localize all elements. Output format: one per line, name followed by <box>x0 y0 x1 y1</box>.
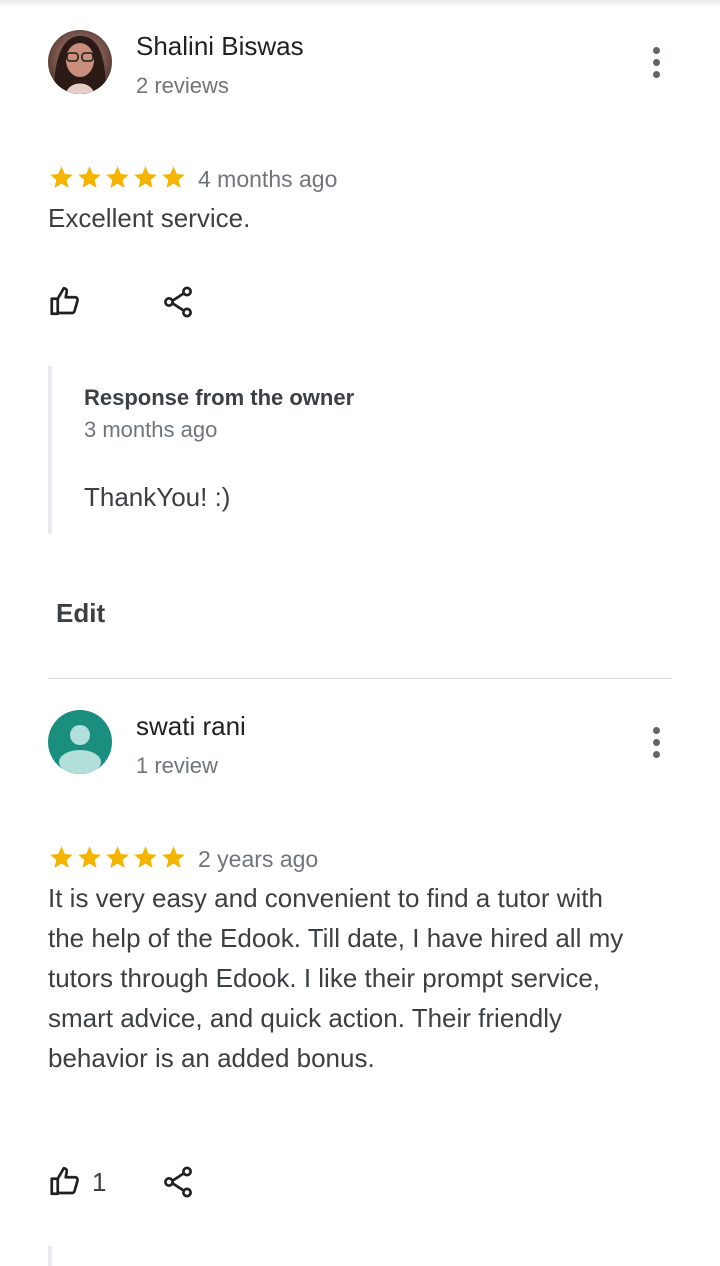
more-options-button[interactable] <box>641 722 671 762</box>
review-divider <box>48 678 672 679</box>
owner-response <box>48 1246 652 1266</box>
star-icon <box>78 166 101 188</box>
like-button[interactable] <box>48 1163 88 1199</box>
review-card: swati rani 1 review 2 years ago It is ve… <box>0 680 720 1266</box>
share-icon <box>164 286 192 318</box>
review-card: Shalini Biswas 2 reviews 4 months ago Ex… <box>0 0 720 680</box>
share-icon <box>164 1166 192 1198</box>
owner-response-text: ThankYou! :) <box>84 482 231 512</box>
like-button[interactable] <box>48 283 88 319</box>
share-button[interactable] <box>160 284 196 320</box>
default-avatar-icon <box>48 710 112 774</box>
star-icon <box>50 846 73 868</box>
user-photo <box>48 30 112 94</box>
reviewer-name[interactable]: swati rani <box>136 710 246 742</box>
share-button[interactable] <box>160 1164 196 1200</box>
more-vert-icon <box>652 726 660 734</box>
star-icon <box>106 846 129 868</box>
star-icon <box>162 166 185 188</box>
avatar[interactable] <box>48 30 112 94</box>
star-rating <box>48 844 187 871</box>
star-icon <box>78 846 101 868</box>
star-rating <box>48 164 187 191</box>
review-date: 4 months ago <box>198 166 338 192</box>
more-vert-icon <box>652 46 660 54</box>
review-date: 2 years ago <box>198 846 319 872</box>
star-icon <box>162 846 185 868</box>
owner-response-date: 3 months ago <box>84 417 218 442</box>
star-icon <box>50 166 73 188</box>
owner-response-title: Response from the owner <box>84 385 355 410</box>
thumbs-up-icon <box>50 1166 79 1196</box>
owner-response: Response from the owner 3 months ago Tha… <box>48 366 652 534</box>
avatar[interactable] <box>48 710 112 774</box>
star-icon <box>106 166 129 188</box>
like-count: 1 <box>92 1167 107 1197</box>
review-text: It is very easy and convenient to find a… <box>48 883 624 1073</box>
star-icon <box>134 166 157 188</box>
star-icon <box>134 846 157 868</box>
thumbs-up-icon <box>50 286 79 316</box>
review-text: Excellent service. <box>48 203 251 233</box>
more-options-button[interactable] <box>641 42 671 82</box>
edit-response-button[interactable]: Edit <box>56 597 105 629</box>
reviewer-name[interactable]: Shalini Biswas <box>136 30 304 62</box>
reviewer-review-count: 1 review <box>136 753 218 778</box>
reviewer-review-count: 2 reviews <box>136 73 229 98</box>
